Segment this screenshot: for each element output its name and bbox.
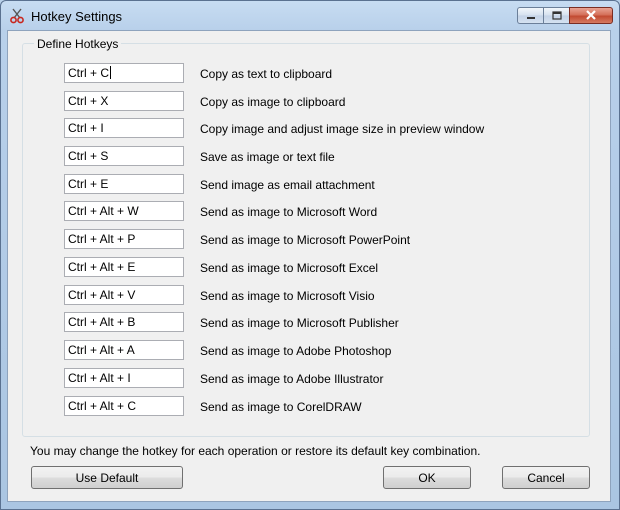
- hint-text: You may change the hotkey for each opera…: [30, 444, 481, 458]
- hotkey-description: Copy as text to clipboard: [200, 67, 333, 81]
- cancel-button[interactable]: Cancel: [502, 466, 590, 489]
- hotkey-row: Ctrl + Alt + B Send as image to Microsof…: [64, 312, 584, 332]
- hotkey-row: Ctrl + X Copy as image to clipboard: [64, 91, 584, 111]
- maximize-icon: [551, 9, 562, 23]
- hotkey-description: Send image as email attachment: [200, 178, 375, 192]
- hotkey-input-powerpoint[interactable]: Ctrl + Alt + P: [64, 229, 184, 249]
- close-icon: [585, 9, 597, 23]
- hotkey-description: Send as image to Microsoft Visio: [200, 289, 375, 303]
- hotkey-row: Ctrl + Alt + C Send as image to CorelDRA…: [64, 396, 584, 416]
- window-title: Hotkey Settings: [31, 9, 123, 24]
- hotkey-input-save[interactable]: Ctrl + S: [64, 146, 184, 166]
- hotkey-description: Send as image to Microsoft Word: [200, 205, 378, 219]
- hotkey-row: Ctrl + C Copy as text to clipboard: [64, 63, 584, 83]
- text-caret: [110, 66, 112, 79]
- hotkey-input-illustrator[interactable]: Ctrl + Alt + I: [64, 368, 184, 388]
- close-button[interactable]: [569, 7, 613, 24]
- hotkey-description: Send as image to CorelDRAW: [200, 400, 362, 414]
- hotkey-row: Ctrl + Alt + E Send as image to Microsof…: [64, 257, 584, 277]
- hotkey-description: Copy image and adjust image size in prev…: [200, 122, 485, 136]
- hotkey-input-photoshop[interactable]: Ctrl + Alt + A: [64, 340, 184, 360]
- ok-button[interactable]: OK: [383, 466, 471, 489]
- hotkey-input-excel[interactable]: Ctrl + Alt + E: [64, 257, 184, 277]
- scissors-icon: [9, 8, 25, 24]
- hotkey-description: Send as image to Adobe Illustrator: [200, 372, 384, 386]
- maximize-button[interactable]: [543, 7, 569, 24]
- hotkey-row: Ctrl + Alt + P Send as image to Microsof…: [64, 229, 584, 249]
- hotkey-row: Ctrl + I Copy image and adjust image siz…: [64, 118, 584, 138]
- hotkey-input-visio[interactable]: Ctrl + Alt + V: [64, 285, 184, 305]
- hotkey-description: Send as image to Adobe Photoshop: [200, 344, 392, 358]
- hotkey-input-copy-image[interactable]: Ctrl + X: [64, 91, 184, 111]
- window-controls: [517, 7, 613, 25]
- hotkey-row: Ctrl + Alt + W Send as image to Microsof…: [64, 201, 584, 221]
- hotkey-row: Ctrl + E Send image as email attachment: [64, 174, 584, 194]
- hotkey-description: Send as image to Microsoft PowerPoint: [200, 233, 411, 247]
- hotkey-description: Send as image to Microsoft Excel: [200, 261, 379, 275]
- minimize-button[interactable]: [517, 7, 543, 24]
- hotkey-input-email[interactable]: Ctrl + E: [64, 174, 184, 194]
- group-label: Define Hotkeys: [34, 37, 122, 51]
- minimize-icon: [526, 9, 536, 23]
- hotkey-description: Send as image to Microsoft Publisher: [200, 316, 399, 330]
- hotkey-input-copy-text[interactable]: Ctrl + C: [64, 63, 184, 83]
- hotkey-row: Ctrl + Alt + I Send as image to Adobe Il…: [64, 368, 584, 388]
- hotkey-description: Copy as image to clipboard: [200, 95, 346, 109]
- hotkey-input-word[interactable]: Ctrl + Alt + W: [64, 201, 184, 221]
- hotkey-description: Save as image or text file: [200, 150, 335, 164]
- use-default-button[interactable]: Use Default: [31, 466, 183, 489]
- hotkey-row: Ctrl + Alt + A Send as image to Adobe Ph…: [64, 340, 584, 360]
- hotkey-row: Ctrl + S Save as image or text file: [64, 146, 584, 166]
- hotkey-row: Ctrl + Alt + V Send as image to Microsof…: [64, 285, 584, 305]
- hotkey-input-copy-adjust[interactable]: Ctrl + I: [64, 118, 184, 138]
- hotkey-input-publisher[interactable]: Ctrl + Alt + B: [64, 312, 184, 332]
- hotkey-input-coreldraw[interactable]: Ctrl + Alt + C: [64, 396, 184, 416]
- title-bar[interactable]: Hotkey Settings: [1, 1, 619, 31]
